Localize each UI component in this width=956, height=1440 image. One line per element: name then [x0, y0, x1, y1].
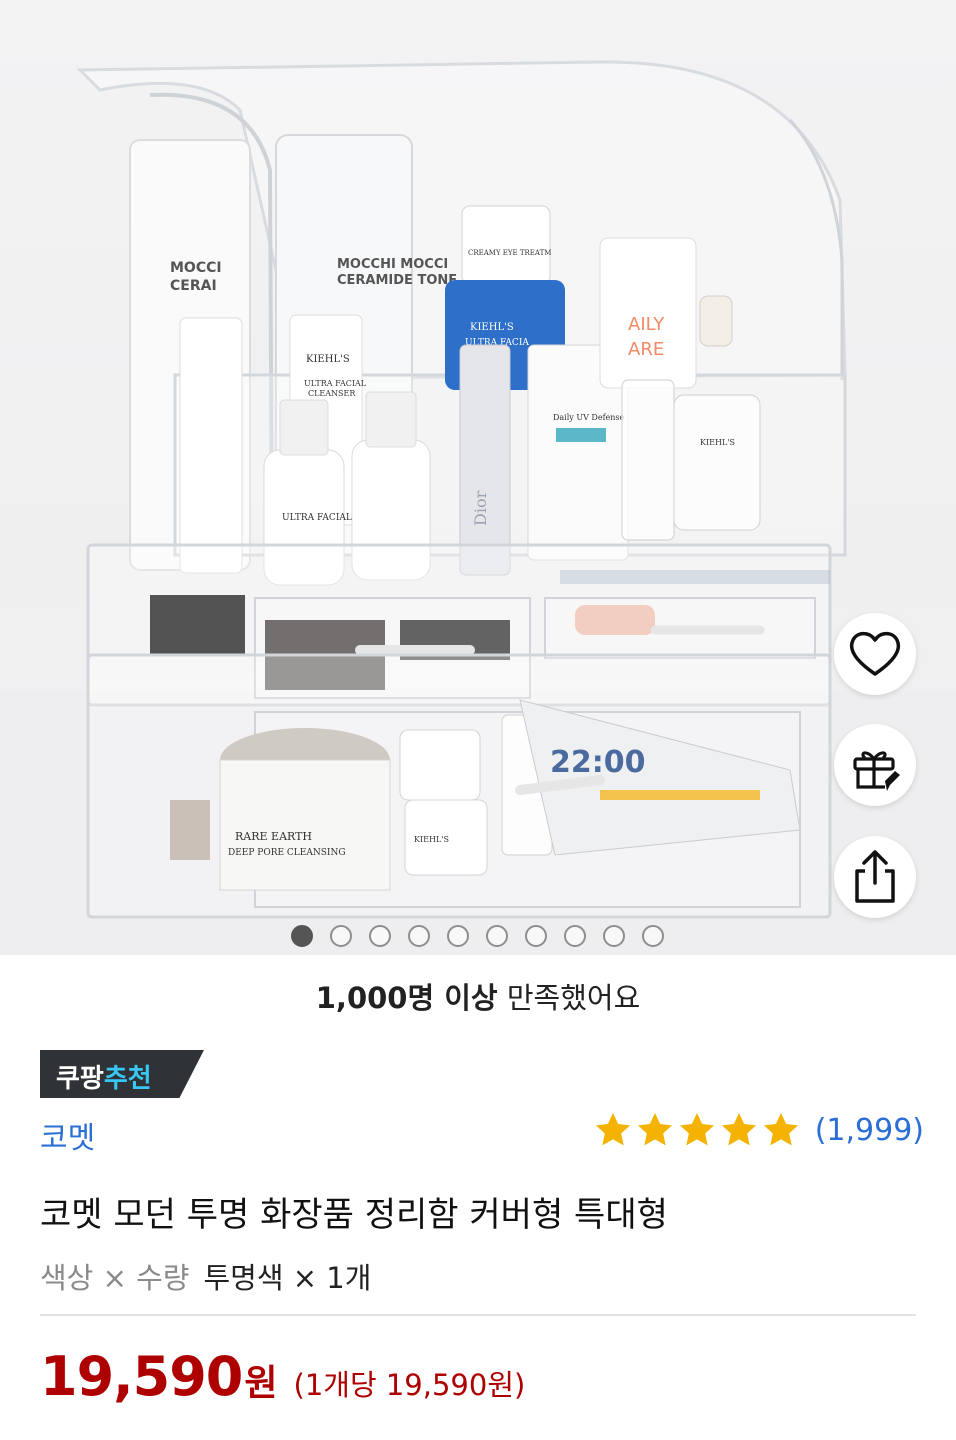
svg-text:22:00: 22:00 — [550, 745, 646, 780]
share-button[interactable] — [834, 836, 916, 918]
satisfaction-summary: 1,000명 이상 만족했어요 — [0, 975, 956, 1017]
carousel-dot[interactable] — [408, 925, 430, 947]
svg-text:ARE: ARE — [628, 339, 664, 360]
gift-button[interactable] — [834, 724, 916, 806]
unit-price: (1개당 19,590원) — [293, 1368, 526, 1402]
carousel-dot[interactable] — [525, 925, 547, 947]
svg-text:KIEHL'S: KIEHL'S — [414, 835, 449, 844]
badge-brand: 쿠팡 — [56, 1064, 104, 1094]
carousel-dot[interactable] — [447, 925, 469, 947]
product-image[interactable]: MOCCI CERAI MOCCHI MOCCI CERAMIDE TONE K… — [0, 0, 956, 955]
carousel-dot[interactable] — [564, 925, 586, 947]
svg-text:MOCCI: MOCCI — [170, 260, 222, 276]
svg-text:KIEHL'S: KIEHL'S — [306, 354, 350, 365]
satisfaction-count: 1,000명 이상 — [315, 981, 498, 1015]
coupang-recommend-badge: 쿠팡추천 — [40, 1050, 204, 1098]
divider — [40, 1314, 916, 1316]
price-amount: 19,590 — [40, 1345, 243, 1408]
option-value: 투명색 × 1개 — [203, 1261, 372, 1295]
product-title: 코멧 모던 투명 화장품 정리함 커버형 특대형 — [40, 1195, 668, 1235]
star-icon — [595, 1113, 630, 1146]
like-button[interactable] — [834, 613, 916, 695]
carousel-dot[interactable] — [486, 925, 508, 947]
price-currency: 원 — [244, 1363, 278, 1404]
star-icon — [637, 1113, 672, 1146]
option-label: 색상 × 수량 — [40, 1261, 190, 1295]
svg-text:CREAMY EYE TREATM: CREAMY EYE TREATM — [468, 249, 551, 257]
svg-text:DEEP PORE CLEANSING: DEEP PORE CLEANSING — [228, 848, 346, 858]
rating-summary[interactable]: (1,999) — [593, 1110, 924, 1150]
brand-link[interactable]: 코멧 — [40, 1113, 95, 1157]
star-rating — [593, 1110, 801, 1150]
svg-text:Dior: Dior — [471, 490, 490, 526]
svg-text:CERAMIDE TONE: CERAMIDE TONE — [337, 273, 457, 288]
svg-text:CERAI: CERAI — [170, 278, 217, 294]
carousel-dot[interactable] — [369, 925, 391, 947]
carousel-dot[interactable] — [603, 925, 625, 947]
svg-text:ULTRA FACIAL: ULTRA FACIAL — [304, 379, 367, 388]
carousel-dot[interactable] — [291, 925, 313, 947]
review-count[interactable]: (1,999) — [815, 1113, 924, 1148]
carousel-dot[interactable] — [330, 925, 352, 947]
share-icon — [855, 850, 895, 903]
svg-text:AILY: AILY — [628, 314, 665, 335]
heart-icon — [849, 631, 901, 676]
svg-text:MOCCHI MOCCI: MOCCHI MOCCI — [337, 257, 448, 272]
carousel-indicator — [0, 925, 956, 949]
svg-text:Daily UV Defense: Daily UV Defense — [553, 413, 625, 422]
star-icon — [763, 1113, 798, 1146]
organizer-illustration: MOCCI CERAI MOCCHI MOCCI CERAMIDE TONE K… — [0, 60, 956, 955]
option-selector[interactable]: 색상 × 수량 투명색 × 1개 — [40, 1255, 371, 1297]
svg-text:KIEHL'S: KIEHL'S — [470, 322, 514, 333]
price-block: 19,590 원 (1개당 19,590원) — [40, 1345, 525, 1408]
svg-text:KIEHL'S: KIEHL'S — [700, 438, 735, 447]
star-icon — [721, 1113, 756, 1146]
badge-recommend: 추천 — [103, 1064, 152, 1094]
star-icon — [679, 1113, 714, 1146]
carousel-dot[interactable] — [642, 925, 664, 947]
svg-text:RARE EARTH: RARE EARTH — [235, 830, 312, 843]
satisfaction-text: 만족했어요 — [497, 981, 641, 1015]
gift-icon — [853, 751, 900, 791]
svg-text:CLEANSER: CLEANSER — [308, 389, 356, 398]
